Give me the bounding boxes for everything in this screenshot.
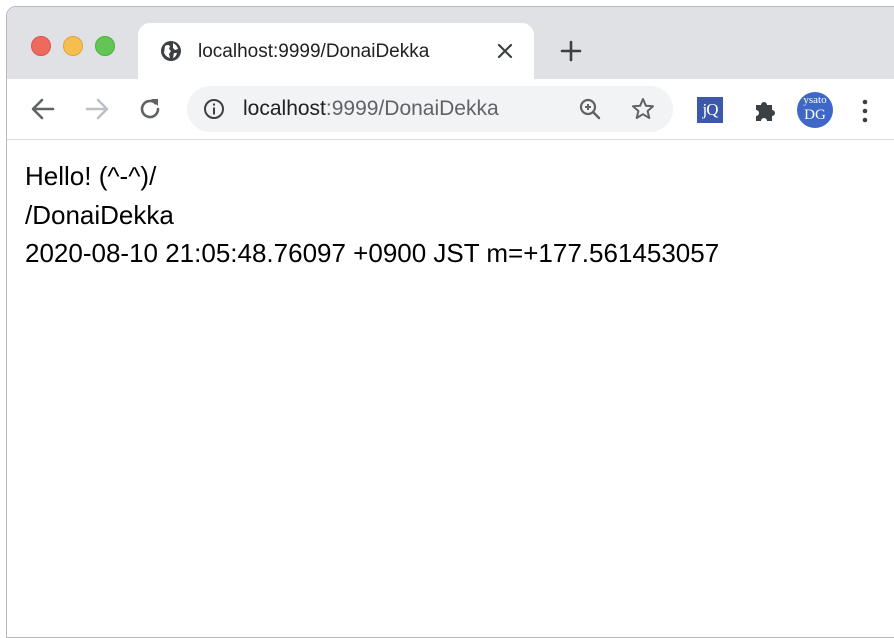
address-bar[interactable]: localhost:9999/DonaiDekka — [187, 86, 673, 132]
menu-dots-icon[interactable] — [861, 97, 869, 125]
info-icon[interactable] — [203, 98, 225, 120]
window-maximize-button[interactable] — [95, 36, 115, 56]
jquery-extension-icon[interactable]: jQ — [697, 97, 723, 123]
forward-arrow-icon[interactable] — [83, 95, 111, 123]
avatar-line-2: DG — [804, 107, 826, 123]
tab-strip: localhost:9999/DonaiDekka — [7, 7, 894, 79]
avatar-line-1: ysato — [803, 94, 827, 106]
window-close-button[interactable] — [31, 36, 51, 56]
browser-window: localhost:9999/DonaiDekka localhost:9999… — [6, 6, 894, 638]
reload-icon[interactable] — [136, 95, 164, 123]
tab-active[interactable]: localhost:9999/DonaiDekka — [138, 23, 534, 79]
tab-title: localhost:9999/DonaiDekka — [198, 41, 430, 62]
close-icon[interactable] — [495, 41, 515, 61]
new-tab-button[interactable] — [559, 39, 583, 63]
timestamp-text: 2020-08-10 21:05:48.76097 +0900 JST m=+1… — [25, 238, 720, 268]
greeting-text: Hello! (^-^)/ — [25, 161, 157, 191]
url-host: localhost — [243, 97, 326, 120]
url-text[interactable]: localhost:9999/DonaiDekka — [243, 97, 499, 121]
avatar[interactable]: ysato DG — [797, 92, 833, 128]
path-text: /DonaiDekka — [25, 199, 174, 230]
window-minimize-button[interactable] — [63, 36, 83, 56]
page-content: Hello! (^-^)/ /DonaiDekka 2020-08-10 21:… — [25, 157, 719, 273]
url-path: :9999/DonaiDekka — [325, 97, 499, 120]
back-arrow-icon[interactable] — [29, 95, 57, 123]
jquery-extension-label: jQ — [702, 100, 719, 119]
star-icon[interactable] — [630, 96, 656, 122]
globe-icon — [161, 41, 181, 61]
extensions-puzzle-icon[interactable] — [750, 96, 778, 124]
zoom-icon[interactable] — [578, 97, 602, 121]
toolbar: localhost:9999/DonaiDekka jQ ysato DG — [7, 79, 894, 140]
